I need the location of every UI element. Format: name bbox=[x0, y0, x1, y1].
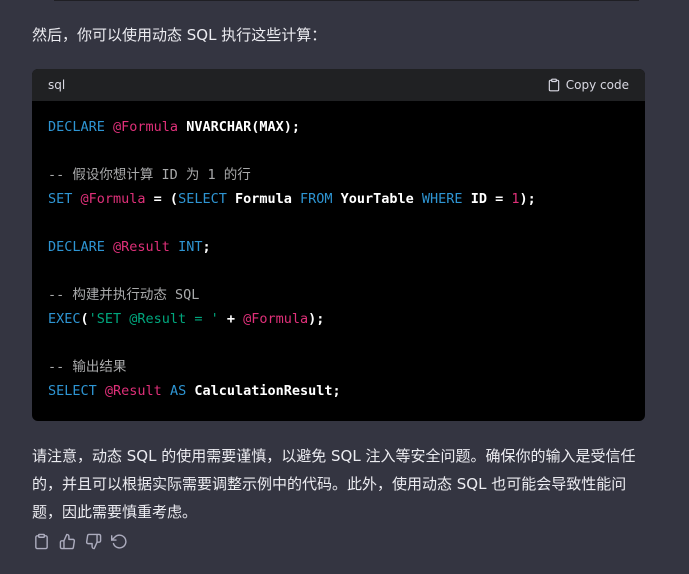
code-keyword: AS bbox=[161, 383, 195, 399]
code-keyword: FROM bbox=[300, 191, 333, 207]
intro-text: 然后，你可以使用动态 SQL 执行这些计算： bbox=[32, 26, 327, 44]
code-line: DECLARE @Result INT; bbox=[48, 235, 629, 259]
message-actions bbox=[33, 533, 128, 550]
code-header: sql Copy code bbox=[32, 69, 645, 101]
code-keyword: DECLARE bbox=[48, 239, 114, 255]
thumbs-up-icon[interactable] bbox=[59, 533, 76, 550]
note-text: 请注意，动态 SQL 的使用需要谨慎，以避免 SQL 注入等安全问题。确保你的输… bbox=[32, 447, 636, 521]
code-variable: @Formula bbox=[113, 119, 179, 135]
code-variable: @Formula bbox=[80, 191, 146, 207]
code-comment: -- 输出结果 bbox=[48, 359, 127, 375]
code-line: EXEC('SET @Result = ' + @Formula); bbox=[48, 307, 629, 331]
code-text: + bbox=[218, 311, 244, 327]
code-text: YourTable bbox=[332, 191, 422, 207]
code-text: = ( bbox=[145, 191, 179, 207]
code-keyword: DECLARE bbox=[48, 119, 114, 135]
code-keyword: SELECT bbox=[48, 383, 105, 399]
code-text: ); bbox=[519, 191, 536, 207]
code-line: -- 输出结果 bbox=[48, 355, 629, 379]
copy-code-button[interactable]: Copy code bbox=[547, 78, 629, 92]
code-text: ( bbox=[80, 311, 89, 327]
code-line: SET @Formula = (SELECT Formula FROM Your… bbox=[48, 187, 629, 211]
code-line: -- 构建并执行动态 SQL bbox=[48, 283, 629, 307]
clipboard-icon bbox=[548, 78, 560, 92]
code-text: NVARCHAR(MAX); bbox=[178, 119, 300, 135]
code-text: CalculationResult; bbox=[194, 383, 341, 399]
code-body: DECLARE @Formula NVARCHAR(MAX); -- 假设你想计算… bbox=[32, 101, 645, 417]
code-variable: @Result bbox=[104, 383, 162, 399]
code-variable: @Result bbox=[113, 239, 170, 255]
code-text: ID = bbox=[462, 191, 512, 207]
code-text: Formula bbox=[226, 191, 300, 207]
code-comment: -- 假设你想计算 ID 为 1 的行 bbox=[48, 167, 251, 183]
code-line: -- 假设你想计算 ID 为 1 的行 bbox=[48, 163, 629, 187]
code-block: sql Copy code DECLARE @Formula NVARCHAR(… bbox=[32, 69, 645, 421]
code-comment: -- 构建并执行动态 SQL bbox=[48, 287, 200, 303]
code-keyword: WHERE bbox=[421, 191, 463, 207]
code-language-label: sql bbox=[48, 78, 66, 92]
code-keyword: SET bbox=[48, 191, 81, 207]
regenerate-icon[interactable] bbox=[111, 533, 128, 550]
code-line: SELECT @Result AS CalculationResult; bbox=[48, 379, 629, 403]
code-text: ; bbox=[202, 239, 211, 255]
code-keyword: INT bbox=[169, 239, 203, 255]
code-text: ); bbox=[308, 311, 325, 327]
clipboard-icon[interactable] bbox=[33, 533, 50, 550]
thumbs-down-icon[interactable] bbox=[85, 533, 102, 550]
code-variable: @Formula bbox=[243, 311, 309, 327]
divider bbox=[54, 0, 639, 1]
code-line: DECLARE @Formula NVARCHAR(MAX); bbox=[48, 115, 629, 139]
code-string: 'SET @Result = ' bbox=[88, 311, 219, 327]
copy-code-label: Copy code bbox=[565, 78, 629, 92]
code-keyword: SELECT bbox=[178, 191, 227, 207]
code-keyword: EXEC bbox=[48, 311, 81, 327]
